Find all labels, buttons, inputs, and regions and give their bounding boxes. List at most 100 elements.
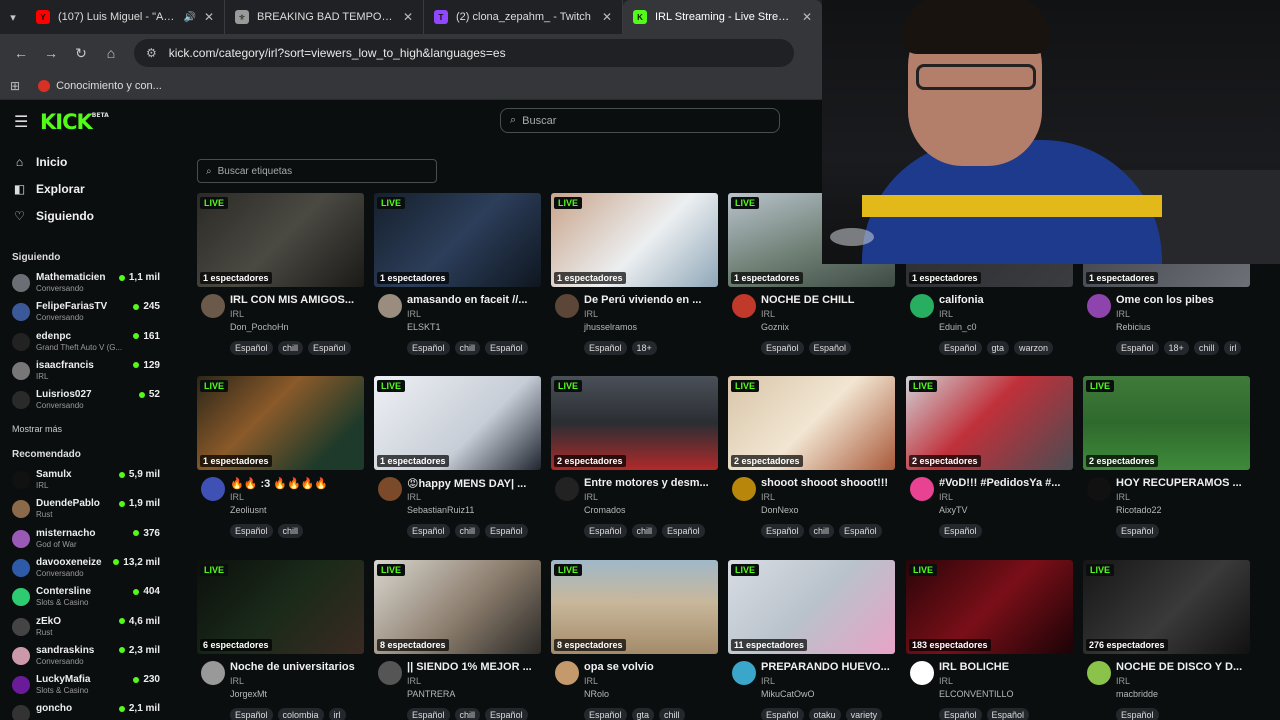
channel-avatar[interactable] bbox=[201, 661, 225, 685]
stream-card[interactable]: LIVE 1 espectadores 🔥🔥 :3 🔥🔥🔥🔥 IRL Zeoliusnt… bbox=[197, 376, 364, 546]
tag-chip[interactable]: Español bbox=[485, 341, 528, 355]
apps-icon[interactable]: ⊞ bbox=[10, 79, 20, 93]
tag-chip[interactable]: chill bbox=[454, 524, 481, 538]
tag-chip[interactable]: chill bbox=[277, 341, 304, 355]
channel-username[interactable]: ELSKT1 bbox=[407, 322, 441, 332]
tag-chip[interactable]: Español bbox=[939, 708, 982, 720]
stream-category[interactable]: IRL bbox=[1116, 492, 1130, 502]
stream-thumbnail[interactable]: LIVE 2 espectadores bbox=[551, 376, 718, 470]
browser-tab[interactable]: K IRL Streaming - Live Streams on ✕ bbox=[623, 0, 822, 34]
menu-icon[interactable]: ☰ bbox=[14, 112, 28, 132]
channel-username[interactable]: Eduin_c0 bbox=[939, 322, 977, 332]
sidebar-channel[interactable]: Mathematicien Conversando 1,1 mil bbox=[12, 271, 160, 295]
tag-chip[interactable]: chill bbox=[454, 708, 481, 720]
stream-title[interactable]: NOCHE DE DISCO Y D... bbox=[1116, 661, 1250, 673]
channel-avatar[interactable] bbox=[910, 477, 934, 501]
tag-chip[interactable]: Español bbox=[407, 708, 450, 720]
sidebar-channel[interactable]: Contersline Slots & Casino 404 bbox=[12, 585, 160, 609]
sidebar-channel[interactable]: FelipeFariasTV Conversando 245 bbox=[12, 300, 160, 324]
stream-category[interactable]: IRL bbox=[584, 492, 598, 502]
stream-thumbnail[interactable]: LIVE 276 espectadores bbox=[1083, 560, 1250, 654]
reload-icon[interactable]: ↻ bbox=[68, 40, 94, 66]
tag-chip[interactable]: irl bbox=[1224, 341, 1242, 355]
stream-card[interactable]: LIVE 8 espectadores || SIENDO 1% MEJOR ...… bbox=[374, 560, 541, 720]
tag-chip[interactable]: Español bbox=[808, 341, 852, 355]
stream-title[interactable]: IRL CON MIS AMIGOS... bbox=[230, 294, 364, 306]
channel-username[interactable]: Cromados bbox=[584, 505, 626, 515]
stream-category[interactable]: IRL bbox=[407, 309, 421, 319]
stream-category[interactable]: IRL bbox=[230, 676, 244, 686]
tag-chip[interactable]: Español bbox=[662, 524, 705, 538]
sidebar-channel[interactable]: Samulx IRL 5,9 mil bbox=[12, 468, 160, 492]
stream-card[interactable]: LIVE 1 espectadores 😡happy MENS DAY| ... IR… bbox=[374, 376, 541, 546]
channel-avatar[interactable] bbox=[910, 661, 934, 685]
channel-username[interactable]: Zeoliusnt bbox=[230, 505, 267, 515]
stream-card[interactable]: LIVE 1 espectadores amasando en faceit //.… bbox=[374, 193, 541, 363]
channel-avatar[interactable] bbox=[378, 477, 402, 501]
tag-chip[interactable]: Español bbox=[584, 524, 627, 538]
stream-card[interactable]: LIVE 2 espectadores shooot shooot shooot!!… bbox=[728, 376, 895, 546]
tag-chip[interactable]: colombia bbox=[277, 708, 324, 720]
stream-category[interactable]: IRL bbox=[230, 309, 244, 319]
tag-chip[interactable]: Español bbox=[407, 524, 450, 538]
tag-search-input[interactable]: ⌕ Buscar etiquetas bbox=[197, 159, 437, 183]
home-icon[interactable]: ⌂ bbox=[98, 40, 124, 66]
forward-icon[interactable]: → bbox=[38, 40, 64, 66]
kick-logo[interactable]: KICKBETA bbox=[40, 110, 109, 134]
stream-title[interactable]: IRL BOLICHE bbox=[939, 661, 1073, 673]
stream-thumbnail[interactable]: LIVE 2 espectadores bbox=[728, 376, 895, 470]
tag-chip[interactable]: gta bbox=[986, 341, 1010, 355]
channel-avatar[interactable] bbox=[910, 294, 934, 318]
sidebar-channel[interactable]: LuckyMafia Slots & Casino 230 bbox=[12, 673, 160, 697]
tag-chip[interactable]: chill bbox=[631, 524, 658, 538]
stream-category[interactable]: IRL bbox=[939, 309, 953, 319]
sidebar-channel[interactable]: edenpc Grand Theft Auto V (G... 161 bbox=[12, 330, 160, 354]
stream-card[interactable]: LIVE 2 espectadores Entre motores y desm..… bbox=[551, 376, 718, 546]
stream-title[interactable]: 🔥🔥 :3 🔥🔥🔥🔥 bbox=[230, 477, 364, 490]
channel-avatar[interactable] bbox=[1087, 294, 1111, 318]
tab-search-icon[interactable]: ▾ bbox=[0, 0, 26, 34]
tag-chip[interactable]: chill bbox=[1193, 341, 1220, 355]
tag-chip[interactable]: Español bbox=[485, 708, 528, 720]
sidebar-channel[interactable]: sandraskins Conversando 2,3 mil bbox=[12, 644, 160, 668]
stream-thumbnail[interactable]: LIVE 1 espectadores bbox=[374, 193, 541, 287]
stream-category[interactable]: IRL bbox=[939, 676, 953, 686]
channel-avatar[interactable] bbox=[732, 477, 756, 501]
stream-title[interactable]: shooot shooot shooot!!! bbox=[761, 477, 895, 489]
tag-chip[interactable]: variety bbox=[845, 708, 883, 720]
stream-title[interactable]: PREPARANDO HUEVO... bbox=[761, 661, 895, 673]
site-info-icon[interactable]: ⚙ bbox=[146, 46, 157, 60]
search-input[interactable]: ⌕ Buscar bbox=[500, 108, 780, 133]
stream-category[interactable]: IRL bbox=[1116, 309, 1130, 319]
tag-chip[interactable]: warzon bbox=[1014, 341, 1054, 355]
stream-thumbnail[interactable]: LIVE 1 espectadores bbox=[551, 193, 718, 287]
stream-category[interactable]: IRL bbox=[584, 676, 598, 686]
tag-chip[interactable]: Español bbox=[407, 341, 450, 355]
tag-chip[interactable]: Español bbox=[839, 524, 882, 538]
stream-category[interactable]: IRL bbox=[939, 492, 953, 502]
stream-category[interactable]: IRL bbox=[230, 492, 244, 502]
channel-avatar[interactable] bbox=[732, 661, 756, 685]
sidebar-channel[interactable]: zEkO Rust 4,6 mil bbox=[12, 615, 160, 639]
tag-chip[interactable]: Español bbox=[230, 524, 273, 538]
tag-chip[interactable]: irl bbox=[328, 708, 346, 720]
stream-title[interactable]: #VoD!!! #PedidosYa #... bbox=[939, 477, 1073, 489]
channel-username[interactable]: ELCONVENTILLO bbox=[939, 689, 1014, 699]
channel-username[interactable]: Ricotado22 bbox=[1116, 505, 1162, 515]
browser-tab[interactable]: Y (107) Luis Miguel - "Ahora t 🔊 ✕ bbox=[26, 0, 225, 34]
tag-chip[interactable]: chill bbox=[808, 524, 835, 538]
sidebar-channel[interactable]: goncho 2,1 mil bbox=[12, 702, 160, 720]
channel-username[interactable]: Goznix bbox=[761, 322, 789, 332]
channel-avatar[interactable] bbox=[555, 661, 579, 685]
stream-thumbnail[interactable]: LIVE 1 espectadores bbox=[197, 376, 364, 470]
stream-title[interactable]: opa se volvio bbox=[584, 661, 718, 673]
stream-thumbnail[interactable]: LIVE 1 espectadores bbox=[374, 376, 541, 470]
tag-chip[interactable]: Español bbox=[761, 708, 804, 720]
sidebar-channel[interactable]: Luisrios027 Conversando 52 bbox=[12, 388, 160, 412]
close-tab-icon[interactable]: ✕ bbox=[204, 10, 214, 24]
speaker-icon[interactable]: 🔊 bbox=[183, 12, 195, 23]
stream-title[interactable]: califonia bbox=[939, 294, 1073, 306]
bookmark-item[interactable]: Conocimiento y con... bbox=[38, 79, 162, 92]
tag-chip[interactable]: Español bbox=[1116, 708, 1159, 720]
address-bar[interactable]: ⚙ kick.com/category/irl?sort=viewers_low… bbox=[134, 39, 794, 67]
